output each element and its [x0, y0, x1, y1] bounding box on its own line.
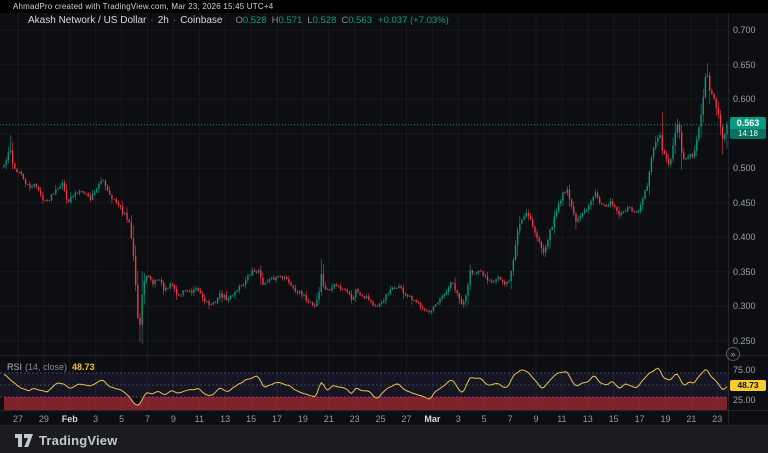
footer-bar: TradingView: [0, 425, 768, 453]
last-price-badge: 0.563 14:18: [730, 117, 766, 139]
price-axis-label: 0.650: [733, 59, 756, 70]
price-axis-label: 0.250: [733, 335, 756, 346]
time-axis-label: 17: [634, 414, 645, 424]
scroll-to-recent-button[interactable]: »: [726, 347, 740, 361]
price-axis-label: 0.600: [733, 94, 756, 105]
last-price-value: 0.563: [736, 118, 760, 128]
change-value: +0.037 (+7.03%): [378, 15, 449, 26]
time-axis-label: 23: [349, 414, 360, 424]
time-axis-label: 27: [401, 414, 412, 424]
symbol-title[interactable]: Akash Network / US Dollar: [28, 15, 146, 26]
tradingview-wordmark: TradingView: [39, 433, 118, 448]
time-axis-label: 3: [455, 414, 461, 424]
rsi-current-value: 48.73: [72, 362, 95, 372]
price-axis-label: 0.450: [733, 197, 756, 208]
exchange-name: Coinbase: [180, 15, 223, 26]
rsi-params: (14, close): [25, 362, 68, 372]
ohlc-value: 0.528: [242, 15, 267, 26]
ohlc-values: O0.528 H0.571 L0.528 C0.563: [230, 15, 372, 26]
time-axis-label: 21: [323, 414, 334, 424]
ohlc-value: 0.528: [312, 15, 337, 26]
time-axis-label: 11: [194, 414, 204, 424]
rsi-title[interactable]: RSI: [7, 362, 22, 372]
rsi-axis-label: 75.00: [733, 365, 756, 375]
price-axis-label: 0.500: [733, 163, 756, 174]
chart-canvas[interactable]: [0, 0, 768, 453]
rsi-value-badge: 48.73: [730, 380, 766, 391]
time-axis-label: 15: [608, 414, 619, 424]
time-axis-label: 13: [220, 414, 231, 424]
time-axis-label: 21: [686, 414, 697, 424]
tradingview-chart-window: AhmadPro created with TradingView.com, M…: [0, 0, 768, 453]
time-axis-label: 11: [557, 414, 567, 424]
time-axis-label: Mar: [424, 414, 441, 424]
symbol-legend[interactable]: Akash Network / US Dollar · 2h · Coinbase O0.…: [28, 15, 449, 26]
time-axis-label: 5: [119, 414, 125, 424]
time-axis-label: 9: [533, 414, 539, 424]
time-axis-label: 19: [660, 414, 671, 424]
price-axis-label: 0.300: [733, 301, 756, 312]
double-chevron-right-icon: »: [730, 348, 736, 359]
time-axis-label: 23: [712, 414, 723, 424]
time-axis-label: Feb: [61, 414, 78, 424]
ohlc-label: O: [235, 15, 243, 26]
time-axis-label: 17: [271, 414, 282, 424]
price-axis-label: 0.400: [733, 232, 756, 243]
ohlc-value: 0.571: [278, 15, 303, 26]
tradingview-icon: [15, 434, 33, 447]
legend-separator: ·: [172, 15, 177, 26]
bar-countdown: 14:18: [730, 129, 766, 139]
rsi-axis-label: 25.00: [733, 395, 756, 405]
price-axis-label: 0.350: [733, 266, 756, 277]
time-axis-label: 25: [375, 414, 386, 424]
interval-value[interactable]: 2h: [158, 15, 169, 26]
ohlc-label: H: [271, 15, 279, 26]
time-axis-label: 15: [246, 414, 257, 424]
time-axis-label: 9: [170, 414, 176, 424]
time-axis-label: 3: [93, 414, 99, 424]
time-axis-label: 27: [12, 414, 23, 424]
tradingview-logo[interactable]: TradingView: [15, 433, 118, 448]
time-axis-label: 13: [582, 414, 593, 424]
time-axis-label: 29: [38, 414, 49, 424]
time-axis-label: 5: [481, 414, 487, 424]
time-axis-label: 19: [297, 414, 308, 424]
time-axis-label: 7: [144, 414, 150, 424]
time-axis-label: 7: [507, 414, 513, 424]
rsi-legend[interactable]: RSI (14, close) 48.73: [7, 362, 95, 372]
ohlc-value: 0.563: [348, 15, 373, 26]
price-axis-label: 0.700: [733, 25, 756, 36]
legend-separator: ·: [150, 15, 154, 26]
